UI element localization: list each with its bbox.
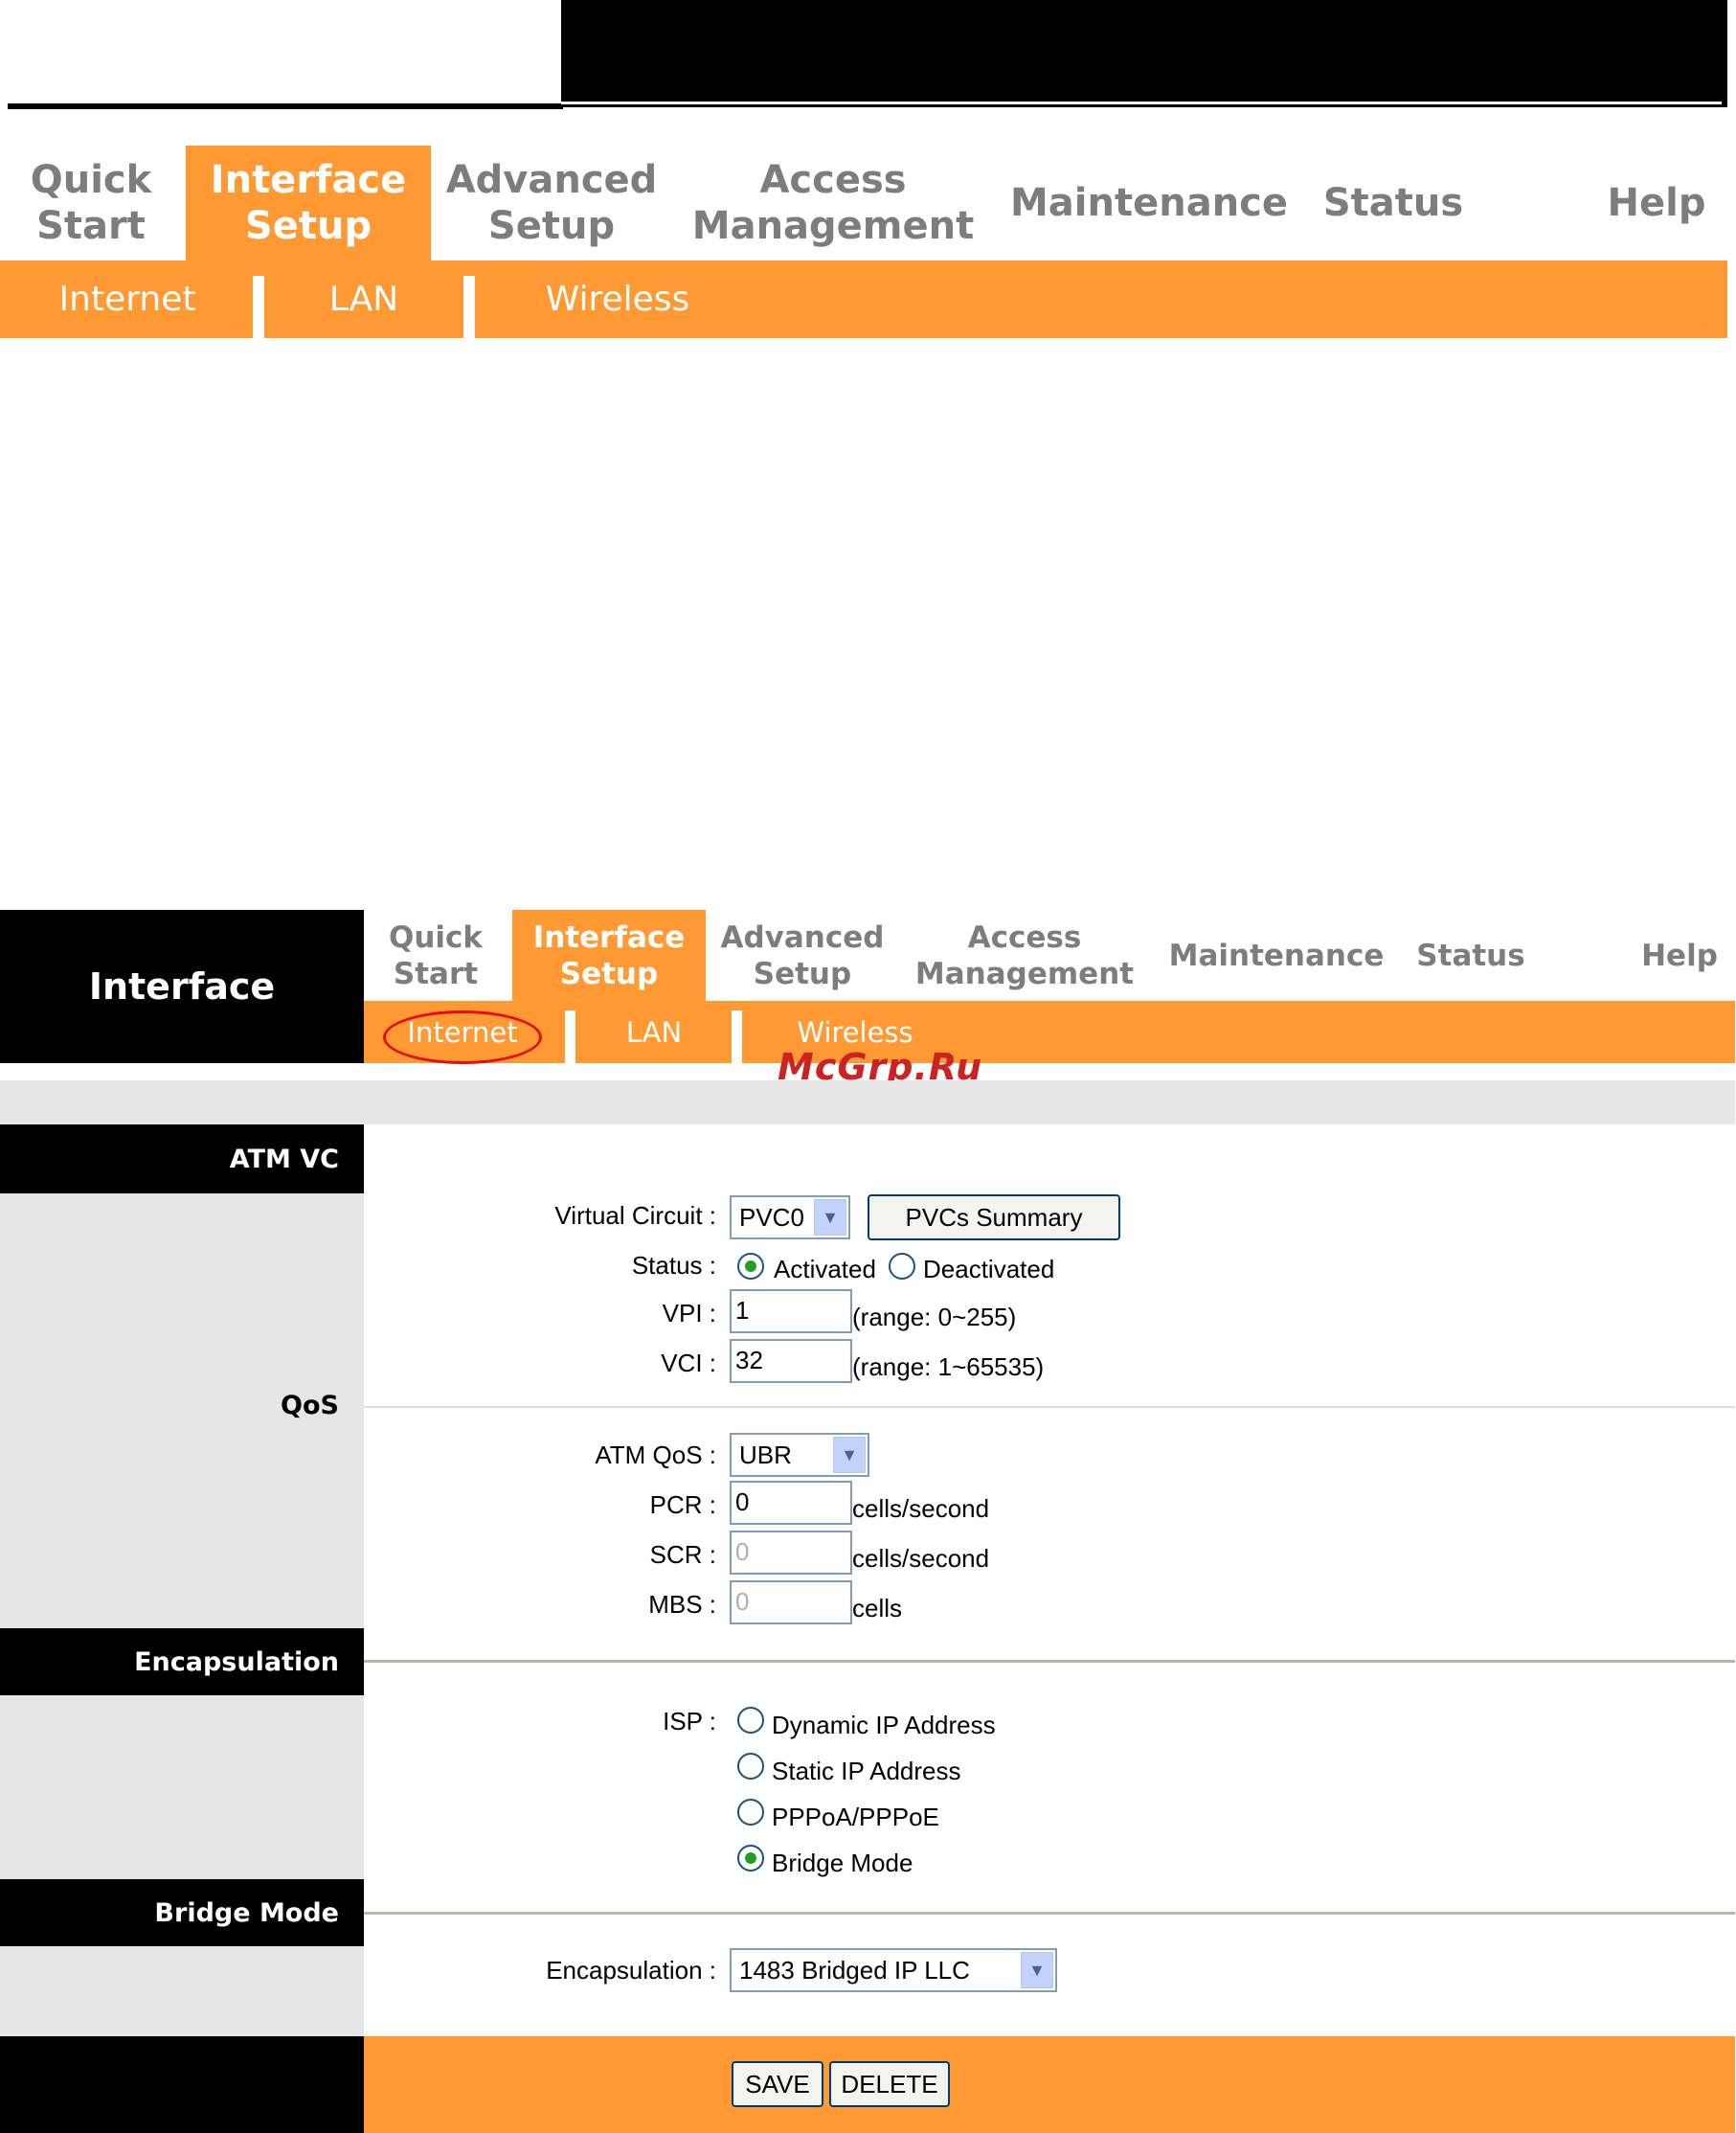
pcr-label: PCR : [649,1490,716,1519]
chevron-down-icon[interactable]: ▼ [814,1199,846,1236]
isp-dynamic-ip-label: Dynamic IP Address [772,1711,996,1739]
virtual-circuit-label: Virtual Circuit : [554,1201,716,1230]
tab-access-management[interactable]: Access Management [692,146,974,261]
mbs-label: MBS : [648,1590,716,1619]
virtual-circuit-value: PVC0 [739,1203,804,1232]
mbs-input[interactable]: 0 [730,1580,852,1624]
vpi-label: VPI : [662,1299,716,1327]
status-activated-label: Activated [774,1255,876,1283]
status-label: Status : [631,1251,716,1280]
isp-static-ip-label: Static IP Address [772,1757,961,1785]
chevron-down-icon[interactable]: ▼ [1021,1952,1053,1988]
page-title: Interface [88,965,276,1008]
status-activated-radio[interactable] [737,1253,764,1280]
isp-bridge-mode-radio[interactable] [737,1845,764,1872]
tab-help[interactable]: Help [1632,910,1727,1001]
tab-interface-setup[interactable]: Interface Setup [512,910,706,1001]
divider [364,1912,1735,1915]
vci-label: VCI : [661,1349,716,1377]
header-banner [561,0,1727,107]
bridge-encapsulation-label: Encapsulation : [546,1956,716,1985]
atm-qos-value: UBR [739,1441,792,1469]
section-qos: QoS [281,1391,339,1420]
footer-left-panel [0,2036,364,2133]
bridge-encapsulation-value: 1483 Bridged IP LLC [739,1956,970,1985]
footer-bar [364,2036,1735,2133]
vpi-range: (range: 0~255) [852,1303,1017,1331]
tab-status[interactable]: Status [1321,146,1465,261]
scr-unit: cells/second [852,1544,990,1573]
tab-maintenance[interactable]: Maintenance [1010,146,1288,261]
scr-label: SCR : [649,1540,716,1569]
pcr-input[interactable]: 0 [730,1481,852,1525]
content-top-strip [0,1080,1735,1124]
mbs-unit: cells [852,1594,903,1622]
subnav-separator [463,276,475,338]
section-atm-vc: ATM VC [0,1124,364,1193]
tab-interface-setup[interactable]: Interface Setup [186,146,431,261]
bridge-encapsulation-select[interactable]: 1483 Bridged IP LLC ▼ [730,1948,1057,1992]
header-rule-light [561,102,1722,104]
atm-qos-select[interactable]: UBR ▼ [730,1433,869,1477]
tab-maintenance[interactable]: Maintenance [1169,910,1385,1001]
isp-dynamic-ip-radio[interactable] [737,1707,764,1734]
vci-range: (range: 1~65535) [852,1352,1045,1381]
status-deactivated-label: Deactivated [923,1255,1055,1283]
section-bridge-mode: Bridge Mode [0,1879,364,1946]
section-encapsulation: Encapsulation [0,1628,364,1695]
subnav-separator [732,1010,742,1063]
subnav-separator [565,1010,575,1063]
subtab-wireless[interactable]: Wireless [517,261,718,338]
isp-pppoa-pppoe-radio[interactable] [737,1799,764,1826]
isp-label: ISP : [663,1707,716,1736]
tab-status[interactable]: Status [1413,910,1528,1001]
subtab-internet[interactable]: Internet [38,261,216,338]
subnav-separator [253,276,264,338]
chevron-down-icon[interactable]: ▼ [833,1437,866,1473]
delete-button[interactable]: DELETE [829,2061,950,2107]
highlight-circle [383,1010,542,1064]
save-button[interactable]: SAVE [732,2061,823,2107]
isp-pppoa-pppoe-label: PPPoA/PPPoE [772,1803,939,1831]
atm-qos-label: ATM QoS : [595,1441,716,1469]
virtual-circuit-select[interactable]: PVC0 ▼ [730,1195,850,1239]
vci-input[interactable]: 32 [730,1339,852,1383]
pvcs-summary-button[interactable]: PVCs Summary [868,1194,1120,1240]
tab-advanced-setup[interactable]: Advanced Setup [720,910,885,1001]
tab-quick-start[interactable]: Quick Start [19,146,163,261]
isp-static-ip-radio[interactable] [737,1753,764,1780]
subtab-lan[interactable]: LAN [594,1001,714,1063]
scr-input[interactable]: 0 [730,1531,852,1575]
vpi-input[interactable]: 1 [730,1289,852,1333]
tab-access-management[interactable]: Access Management [915,910,1134,1001]
tab-quick-start[interactable]: Quick Start [378,910,493,1001]
isp-bridge-mode-label: Bridge Mode [772,1849,913,1877]
tab-advanced-setup[interactable]: Advanced Setup [446,146,658,261]
pcr-unit: cells/second [852,1494,990,1523]
divider [364,1406,1735,1408]
tab-help[interactable]: Help [1589,146,1724,261]
divider [364,1660,1735,1663]
header-rule [8,103,563,109]
status-deactivated-radio[interactable] [889,1253,915,1280]
subtab-lan[interactable]: LAN [278,261,450,338]
